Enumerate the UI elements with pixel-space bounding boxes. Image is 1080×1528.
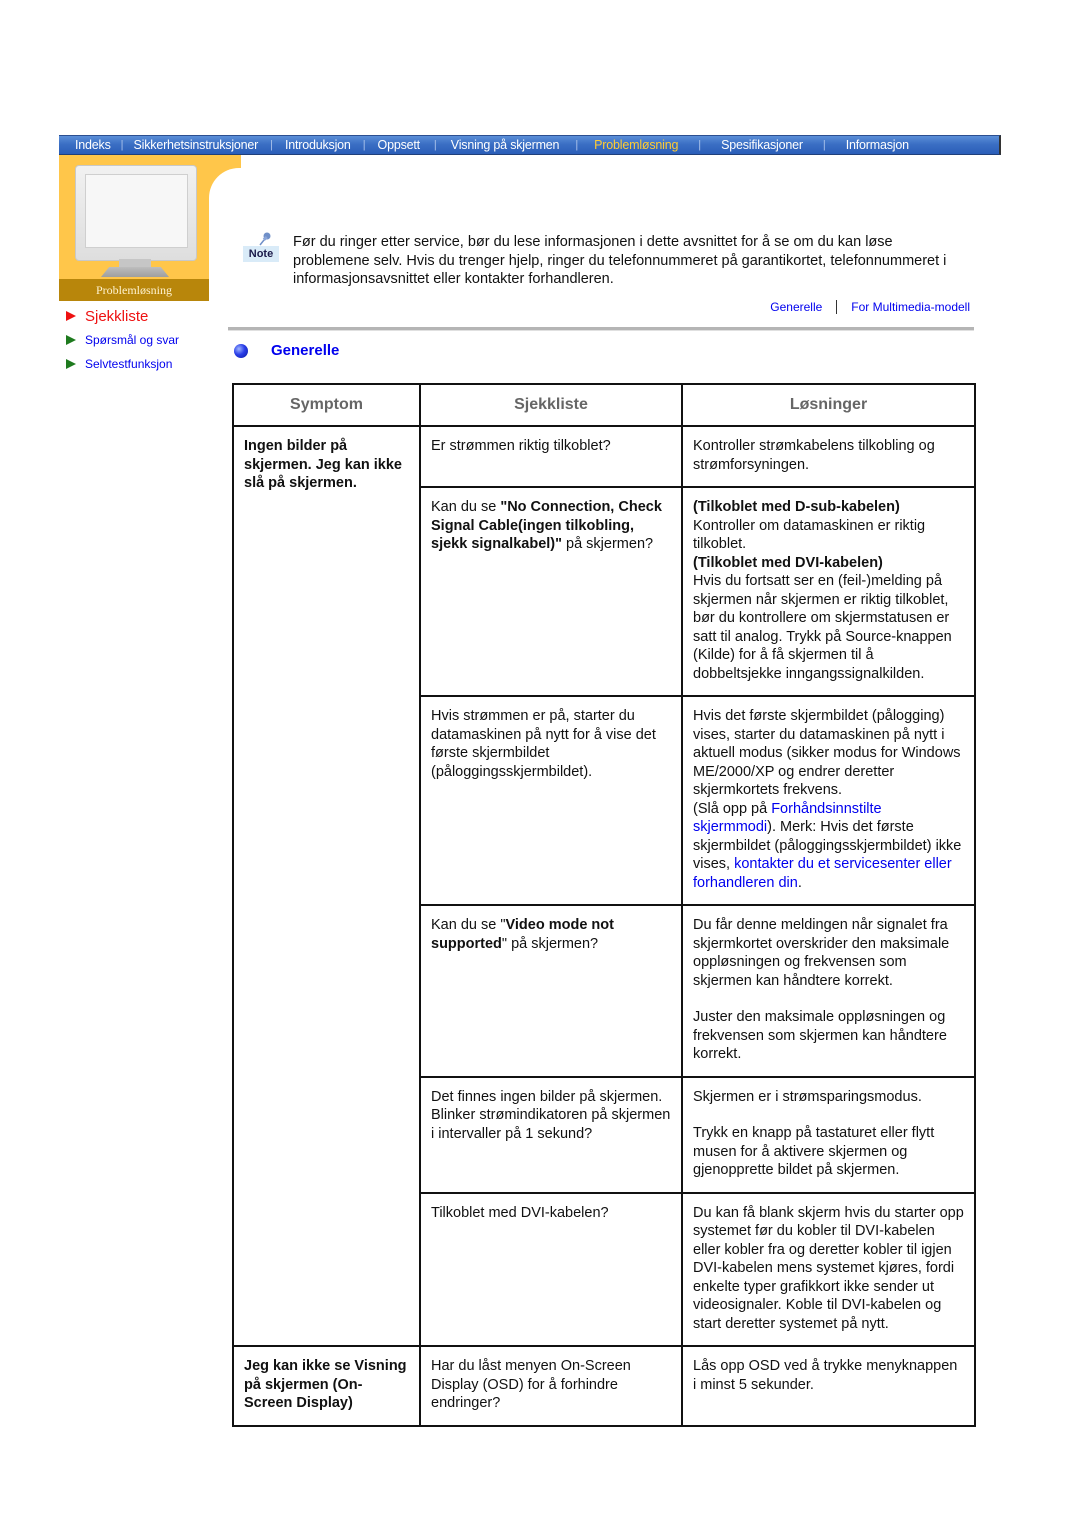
cell-text: Lås opp OSD ved å trykke menyknappen i m… (693, 1358, 958, 1393)
monitor-neck (119, 259, 151, 267)
cell-text: Har du låst menyen On-Screen Display (OS… (431, 1358, 631, 1411)
note-text: Før du ringer etter service, bør du lese… (293, 234, 947, 287)
checklist-cell: Tilkoblet med DVI-kabelen? (419, 1191, 683, 1347)
monitor-base (101, 267, 169, 277)
cell-text: Trykk en knapp på tastaturet eller flytt… (693, 1125, 935, 1178)
nav-separator: | (270, 139, 273, 151)
nav-item[interactable]: Visning på skjermen (451, 138, 560, 152)
pushpin-icon (259, 232, 271, 246)
nav-item[interactable]: Indeks (75, 138, 111, 152)
nav-item[interactable]: Spesifikasjoner (721, 138, 803, 152)
nav-separator: | (362, 139, 366, 151)
nav-item[interactable]: Oppsett (378, 138, 421, 152)
anchor-separator (836, 300, 838, 314)
cell-text: Er strømmen riktig tilkoblet? (431, 438, 611, 454)
nav-separator: | (698, 139, 702, 151)
triangle-right-icon (66, 335, 76, 345)
checklist-cell: Er strømmen riktig tilkoblet? (419, 425, 683, 488)
cell-text: Skjermen er i strømsparingsmodus. (693, 1088, 922, 1105)
anchor-link-multimedia[interactable]: For Multimedia-modell (851, 300, 970, 314)
sidebar-item-label: Sjekkliste (85, 307, 149, 325)
cell-text: Du får denne meldingen når signalet fra … (693, 917, 950, 989)
symptom-cell: Jeg kan ikke se Visning på skjermen (On-… (232, 1345, 421, 1427)
section-heading: Generelle (234, 342, 339, 359)
nav-separator: | (120, 139, 124, 151)
solution-cell: Hvis det første skjermbildet (pålogging)… (681, 695, 976, 906)
sidebar-menu: Sjekkliste Spørsmål og svar Selvtestfunk… (66, 306, 179, 373)
cell-text: Kontroller om datamaskinen er riktig til… (693, 517, 926, 553)
sidebar-item-label: Selvtestfunksjon (85, 357, 173, 371)
nav-item[interactable]: Informasjon (846, 138, 909, 152)
nav-separator: | (433, 139, 437, 151)
column-header-symptom: Symptom (232, 383, 421, 427)
solution-cell: Skjermen er i strømsparingsmodus. Trykk e… (681, 1075, 976, 1194)
checklist-cell: Kan du se "No Connection, Check Signal C… (419, 486, 683, 697)
cell-text: Juster den maksimale oppløsningen og fre… (693, 1009, 947, 1062)
horizontal-divider (228, 327, 974, 331)
cell-text: . (797, 874, 802, 891)
triangle-right-icon (66, 359, 76, 369)
cell-text: Hvis strømmen er på, starter du datamask… (431, 708, 656, 780)
cell-text: Kan du se (431, 499, 501, 515)
nav-separator: | (575, 139, 579, 151)
section-title: Generelle (271, 342, 340, 359)
nav-item[interactable]: Problemløsning (594, 138, 678, 152)
sidebar-item-selvtestfunksjon[interactable]: Selvtestfunksjon (66, 355, 179, 373)
nav-separator: | (822, 139, 826, 151)
cell-text: Du kan få blank skjerm hvis du starter o… (693, 1204, 964, 1332)
solution-cell: Kontroller strømkabelens tilkobling og s… (681, 425, 976, 488)
blue-bullet-icon (234, 343, 248, 358)
monitor-illustration (75, 165, 197, 261)
cell-text: (Slå opp på (693, 800, 772, 817)
emphasized-text: (Tilkoblet med D-sub-kabelen) (693, 499, 900, 515)
cell-text: Kontroller strømkabelens tilkobling og s… (693, 438, 935, 473)
solution-cell: Du kan få blank skjerm hvis du starter o… (681, 1191, 976, 1347)
solution-cell: Du får denne meldingen når signalet fra … (681, 904, 976, 1078)
checklist-cell: Hvis strømmen er på, starter du datamask… (419, 695, 683, 906)
monitor-screen (85, 174, 188, 248)
cell-text: Hvis det første skjermbildet (pålogging)… (693, 708, 961, 798)
cell-text: Hvis du fortsatt ser en (feil-)melding p… (693, 573, 952, 682)
note-label: Note (243, 246, 279, 262)
table-row: Jeg kan ikke se Visning på skjermen (On-… (232, 1345, 976, 1427)
checklist-cell: Har du låst menyen On-Screen Display (OS… (419, 1345, 683, 1427)
cell-text: Det finnes ingen bilder på skjermen. Bli… (431, 1088, 671, 1142)
banner-label: Problemløsning (59, 279, 209, 301)
nav-item[interactable]: Introduksjon (285, 138, 351, 152)
emphasized-text: (Tilkoblet med DVI-kabelen) (693, 554, 883, 571)
section-banner-image: Problemløsning (59, 155, 209, 301)
troubleshooting-table: Symptom Sjekkliste Løsninger Ingen bilde… (232, 383, 976, 1427)
cell-text: Kan du se " (431, 917, 506, 933)
cell-text: Tilkoblet med DVI-kabelen? (431, 1204, 609, 1221)
column-header-sjekkliste: Sjekkliste (419, 383, 683, 427)
symptom-cell: Ingen bilder på skjermen. Jeg kan ikke s… (232, 425, 421, 1347)
checklist-cell: Kan du se "Video mode not supported" på … (419, 904, 683, 1078)
triangle-right-icon (66, 311, 76, 321)
section-anchor-links: Generelle For Multimedia-modell (770, 300, 970, 314)
sidebar-item-sjekkliste[interactable]: Sjekkliste (66, 306, 179, 326)
column-header-losninger: Løsninger (681, 383, 976, 427)
nav-item[interactable]: Sikkerhetsinstruksjoner (134, 138, 259, 152)
checklist-cell: Det finnes ingen bilder på skjermen. Bli… (419, 1075, 683, 1194)
sidebar-item-sporsmal-og-svar[interactable]: Spørsmål og svar (66, 331, 179, 349)
solution-cell: Lås opp OSD ved å trykke menyknappen i m… (681, 1345, 976, 1427)
table-header-row: Symptom Sjekkliste Løsninger (232, 383, 976, 427)
table-row: Ingen bilder på skjermen. Jeg kan ikke s… (232, 425, 976, 1347)
note-icon: Note (243, 232, 279, 262)
solution-cell: (Tilkoblet med D-sub-kabelen) Kontroller … (681, 486, 976, 697)
anchor-link-generelle[interactable]: Generelle (770, 300, 822, 314)
top-navigation-bar: Indeks | Sikkerhetsinstruksjoner | Introduks… (59, 135, 1001, 155)
cell-text: på skjermen? (562, 536, 654, 552)
cell-text: " på skjermen? (501, 935, 599, 952)
sidebar-item-label: Spørsmål og svar (85, 333, 180, 347)
